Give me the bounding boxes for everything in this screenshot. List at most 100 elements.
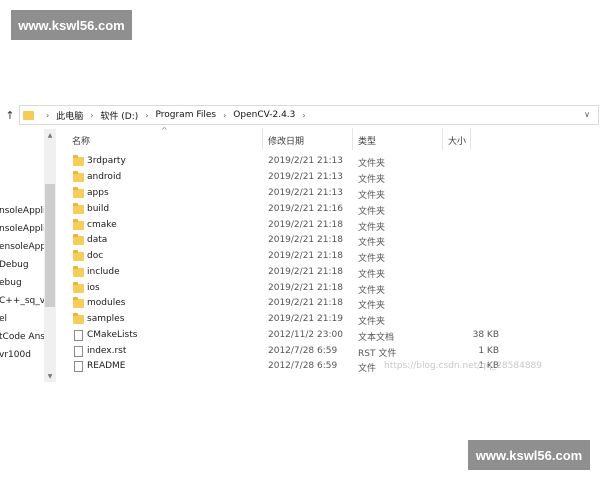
breadcrumb-this-pc[interactable]: 此电脑 <box>56 109 83 122</box>
address-box[interactable]: › 此电脑 › 软件 (D:) › Program Files › OpenCV… <box>19 105 599 125</box>
file-row[interactable]: modules 2019/2/21 21:18 文件夹 <box>70 296 510 312</box>
file-name: build <box>87 204 110 214</box>
file-type: 文件夹 <box>358 223 386 233</box>
nav-item[interactable]: nsoleAppli <box>0 206 44 216</box>
file-row[interactable]: cmake 2019/2/21 21:18 文件夹 <box>70 218 510 234</box>
folder-icon <box>73 234 84 245</box>
file-type: 文本文档 <box>358 333 395 343</box>
nav-item[interactable]: ensoleApp <box>0 242 44 252</box>
file-name: 3rdparty <box>87 156 126 166</box>
file-row[interactable]: ios 2019/2/21 21:18 文件夹 <box>70 281 510 297</box>
file-row[interactable]: doc 2019/2/21 21:18 文件夹 <box>70 249 510 265</box>
up-arrow-icon[interactable]: ↑ <box>3 106 17 124</box>
file-row[interactable]: CMakeLists 2012/11/2 23:00 文本文档 38 KB <box>70 328 510 344</box>
file-name: android <box>87 172 122 182</box>
breadcrumb-separator[interactable]: › <box>90 111 93 120</box>
file-name: apps <box>87 188 109 198</box>
file-date: 2019/2/21 21:16 <box>268 204 343 214</box>
breadcrumb-drive-d[interactable]: 软件 (D:) <box>100 109 138 122</box>
breadcrumb-separator[interactable]: › <box>302 111 305 120</box>
file-name: cmake <box>87 220 117 230</box>
file-type: 文件夹 <box>358 301 386 311</box>
nav-item[interactable]: vr100d <box>0 350 31 360</box>
scroll-up-icon[interactable]: ▲ <box>44 129 56 141</box>
scroll-thumb[interactable] <box>45 184 55 307</box>
file-date: 2019/2/21 21:18 <box>268 298 343 308</box>
chevron-down-icon[interactable]: ∨ <box>584 110 590 119</box>
file-type: 文件夹 <box>358 254 386 264</box>
file-date: 2019/2/21 21:18 <box>268 235 343 245</box>
nav-scrollbar[interactable]: ▲ ▼ <box>44 129 56 382</box>
file-date: 2012/7/28 6:59 <box>268 346 338 356</box>
column-divider[interactable] <box>442 128 443 150</box>
file-row[interactable]: build 2019/2/21 21:16 文件夹 <box>70 202 510 218</box>
column-divider[interactable] <box>262 128 263 150</box>
file-row[interactable]: android 2019/2/21 21:13 文件夹 <box>70 170 510 186</box>
navigation-pane: nsoleAppli nsoleAppli ensoleApp Debug eb… <box>0 128 44 388</box>
file-row[interactable]: 3rdparty 2019/2/21 21:13 文件夹 <box>70 154 510 170</box>
file-date: 2019/2/21 21:19 <box>268 314 343 324</box>
file-icon <box>74 361 83 372</box>
file-type: 文件夹 <box>358 159 386 169</box>
file-row[interactable]: data 2019/2/21 21:18 文件夹 <box>70 233 510 249</box>
column-divider[interactable] <box>352 128 353 150</box>
column-divider[interactable] <box>470 128 471 150</box>
address-bar: ↑ › 此电脑 › 软件 (D:) › Program Files › Open… <box>0 104 600 126</box>
file-name: data <box>87 235 108 245</box>
file-date: 2019/2/21 21:18 <box>268 283 343 293</box>
folder-icon <box>73 282 84 293</box>
folder-icon <box>73 187 84 198</box>
breadcrumb-separator: › <box>46 110 50 120</box>
file-date: 2019/2/21 21:13 <box>268 188 343 198</box>
folder-icon <box>73 266 84 277</box>
file-date: 2019/2/21 21:18 <box>268 267 343 277</box>
file-name: doc <box>87 251 104 261</box>
nav-item[interactable]: nsoleAppli <box>0 224 44 234</box>
folder-icon <box>23 110 34 120</box>
file-name: index.rst <box>87 346 127 356</box>
file-name: samples <box>87 314 125 324</box>
file-type: 文件夹 <box>358 317 386 327</box>
column-header-size[interactable]: 大小 <box>448 134 466 147</box>
folder-icon <box>73 250 84 261</box>
file-row[interactable]: apps 2019/2/21 21:13 文件夹 <box>70 186 510 202</box>
breadcrumb-opencv[interactable]: OpenCV-2.4.3 <box>233 110 295 120</box>
file-row[interactable]: index.rst 2012/7/28 6:59 RST 文件 1 KB <box>70 344 510 360</box>
nav-item[interactable]: el <box>0 314 7 324</box>
file-row[interactable]: samples 2019/2/21 21:19 文件夹 <box>70 312 510 328</box>
breadcrumb-program-files[interactable]: Program Files <box>155 110 216 120</box>
scroll-down-icon[interactable]: ▼ <box>44 370 56 382</box>
folder-icon <box>73 297 84 308</box>
folder-icon <box>73 171 84 182</box>
blog-watermark: https://blog.csdn.net/qq_28584889 <box>384 361 543 371</box>
file-type: RST 文件 <box>358 349 397 359</box>
watermark-top: www.kswl56.com <box>11 10 132 40</box>
sort-ascending-icon: ^ <box>161 126 168 135</box>
folder-icon <box>73 313 84 324</box>
file-type: 文件夹 <box>358 270 386 280</box>
file-name: ios <box>87 283 100 293</box>
nav-item[interactable]: Debug <box>0 260 29 270</box>
column-header-type[interactable]: 类型 <box>358 134 376 147</box>
nav-item[interactable]: tCode Ans <box>0 332 44 342</box>
file-row[interactable]: include 2019/2/21 21:18 文件夹 <box>70 265 510 281</box>
breadcrumb-separator[interactable]: › <box>145 111 148 120</box>
file-type: 文件夹 <box>358 238 386 248</box>
file-type: 文件夹 <box>358 175 386 185</box>
column-header-date[interactable]: 修改日期 <box>268 134 304 147</box>
nav-item[interactable]: ebug <box>0 278 22 288</box>
file-name: README <box>87 361 126 371</box>
folder-icon <box>73 203 84 214</box>
watermark-bottom: www.kswl56.com <box>468 440 590 470</box>
folder-icon <box>73 219 84 230</box>
breadcrumb-separator[interactable]: › <box>223 111 226 120</box>
text-file-icon <box>74 330 83 341</box>
file-type: 文件夹 <box>358 286 386 296</box>
file-name: modules <box>87 298 126 308</box>
nav-item[interactable]: C++_sq_v <box>0 296 44 306</box>
file-date: 2019/2/21 21:18 <box>268 251 343 261</box>
file-type: 文件夹 <box>358 191 386 201</box>
file-date: 2019/2/21 21:18 <box>268 220 343 230</box>
file-icon <box>74 346 83 357</box>
column-header-name[interactable]: 名称 <box>72 134 90 147</box>
